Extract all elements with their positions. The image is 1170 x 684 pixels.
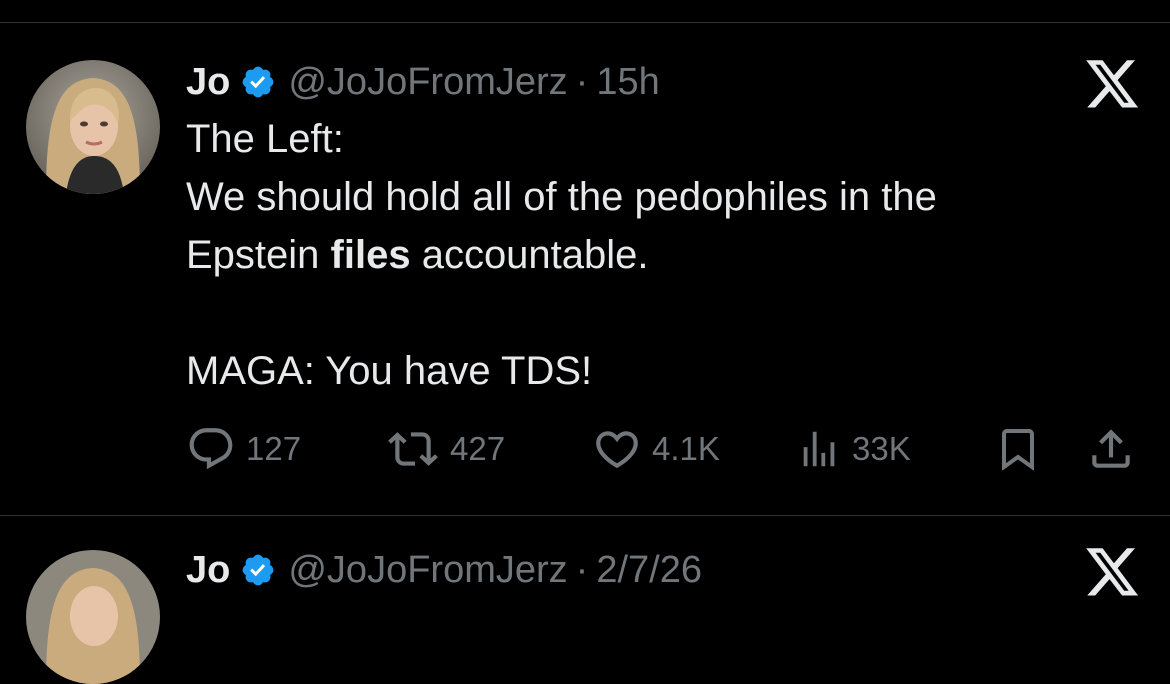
views-button[interactable]: 33K bbox=[796, 424, 911, 474]
tweet-text-segment: Epstein bbox=[186, 233, 331, 277]
views-icon bbox=[803, 431, 835, 467]
avatar[interactable] bbox=[26, 60, 160, 194]
author-handle[interactable]: @JoJoFromJerz bbox=[288, 61, 567, 104]
tweet-timestamp[interactable]: 15h bbox=[596, 61, 659, 104]
tweet-timestamp[interactable]: 2/7/26 bbox=[596, 549, 702, 592]
tweet-text-bold: files bbox=[330, 233, 411, 277]
bookmark-icon bbox=[1002, 429, 1034, 471]
author-handle[interactable]: @JoJoFromJerz bbox=[288, 549, 567, 592]
tweet-line: MAGA: You have TDS! bbox=[186, 349, 593, 393]
like-icon bbox=[596, 431, 638, 469]
tweet-line: We should hold all of the pedophiles in … bbox=[186, 175, 937, 219]
tweet-text-segment: accountable. bbox=[410, 233, 649, 277]
tweet-header: Jo @JoJoFromJerz · 2/7/26 bbox=[186, 548, 702, 592]
tweet-header: Jo @JoJoFromJerz · 15h bbox=[186, 60, 660, 104]
views-count: 33K bbox=[852, 430, 911, 467]
tweet[interactable]: Jo @JoJoFromJerz · 2/7/26 bbox=[0, 548, 1170, 684]
top-divider bbox=[0, 22, 1170, 23]
share-button[interactable] bbox=[1086, 424, 1136, 474]
repost-button[interactable]: 427 bbox=[386, 424, 505, 474]
verified-badge-icon bbox=[240, 552, 276, 588]
bookmark-button[interactable] bbox=[994, 424, 1042, 474]
tweet[interactable]: Jo @JoJoFromJerz · 15h The Left: We shou… bbox=[0, 60, 1170, 500]
repost-count: 427 bbox=[450, 430, 506, 467]
x-logo-icon bbox=[1086, 548, 1140, 598]
repost-icon bbox=[388, 432, 438, 466]
header-separator: · bbox=[575, 548, 589, 591]
x-logo-icon bbox=[1086, 60, 1140, 110]
author-name[interactable]: Jo bbox=[186, 549, 230, 592]
avatar[interactable] bbox=[26, 550, 160, 684]
action-bar: 127 427 4.1K 33K bbox=[0, 424, 1170, 474]
tweet-line: The Left: bbox=[186, 117, 344, 161]
share-icon bbox=[1092, 429, 1130, 468]
reply-icon bbox=[189, 428, 233, 470]
like-button[interactable]: 4.1K bbox=[592, 424, 720, 474]
verified-badge-icon bbox=[240, 64, 276, 100]
tweet-divider bbox=[0, 515, 1170, 516]
like-count: 4.1K bbox=[652, 430, 720, 467]
reply-count: 127 bbox=[246, 430, 302, 467]
header-separator: · bbox=[575, 60, 589, 103]
reply-button[interactable]: 127 bbox=[186, 424, 301, 474]
tweet-text: The Left: We should hold all of the pedo… bbox=[186, 110, 937, 400]
author-name[interactable]: Jo bbox=[186, 61, 230, 104]
tweet-line: Epstein files accountable. bbox=[186, 226, 937, 284]
